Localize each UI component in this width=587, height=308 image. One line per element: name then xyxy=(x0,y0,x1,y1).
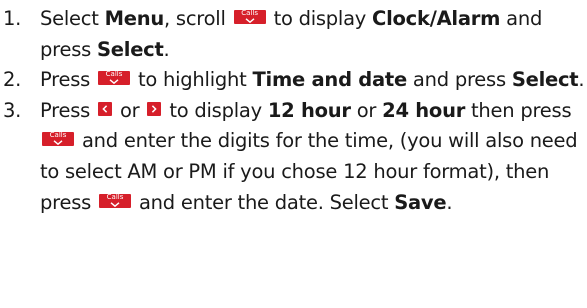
menu-label: Menu xyxy=(104,7,165,30)
step-text-fragment: to highlight xyxy=(137,68,253,92)
12-hour-label: 12 hour xyxy=(267,98,351,122)
step-text-fragment: then press xyxy=(465,98,572,122)
step-number: 2. xyxy=(3,68,22,92)
step-text-fragment: , scroll xyxy=(164,7,226,30)
clock-alarm-label: Clock/Alarm xyxy=(372,7,501,30)
step-text-fragment: or xyxy=(119,98,140,122)
save-label: Save xyxy=(394,190,447,214)
calls-down-icon: Calls xyxy=(98,70,131,86)
step-text-fragment: to display xyxy=(273,7,373,30)
left-arrow-icon xyxy=(98,101,113,116)
step-text-fragment: Select xyxy=(40,7,105,30)
step-text-fragment: Press xyxy=(40,68,91,92)
calls-down-icon: Calls xyxy=(99,192,131,208)
key-label: Calls xyxy=(106,192,124,201)
step-text: Select Menu, scroll Calls to display Clo… xyxy=(40,4,587,65)
select-label: Select xyxy=(511,68,579,92)
step-2: 2. Press Calls to highlight Time and dat… xyxy=(0,65,587,96)
step-text-fragment: . xyxy=(578,68,585,92)
right-arrow-icon xyxy=(147,101,162,116)
step-1: 1. Select Menu, scroll Calls to display … xyxy=(0,4,587,65)
step-text-fragment: . xyxy=(163,37,170,61)
calls-down-icon: Calls xyxy=(233,9,266,24)
key-label: Calls xyxy=(49,131,67,140)
step-number: 3. xyxy=(3,98,22,122)
time-and-date-label: Time and date xyxy=(252,68,407,92)
calls-down-icon: Calls xyxy=(42,131,74,147)
step-text-fragment: . xyxy=(446,190,453,214)
instruction-steps: 1. Select Menu, scroll Calls to display … xyxy=(0,4,587,218)
step-number: 1. xyxy=(3,7,22,30)
step-text-fragment: to display xyxy=(169,98,268,122)
step-text-fragment: Press xyxy=(40,98,91,122)
step-text-fragment: or xyxy=(350,98,383,122)
step-text-fragment: and enter the date. Select xyxy=(138,190,395,214)
24-hour-label: 24 hour xyxy=(382,98,466,122)
key-label: Calls xyxy=(241,9,258,17)
step-text: Press or to display 12 hour or 24 hour t… xyxy=(40,96,587,218)
step-text-fragment: and press xyxy=(406,68,512,92)
step-3: 3. Press or to display 12 hour or 24 hou… xyxy=(0,96,587,218)
step-text: Press Calls to highlight Time and date a… xyxy=(40,65,587,96)
key-label: Calls xyxy=(105,70,123,79)
select-label: Select xyxy=(96,37,164,61)
